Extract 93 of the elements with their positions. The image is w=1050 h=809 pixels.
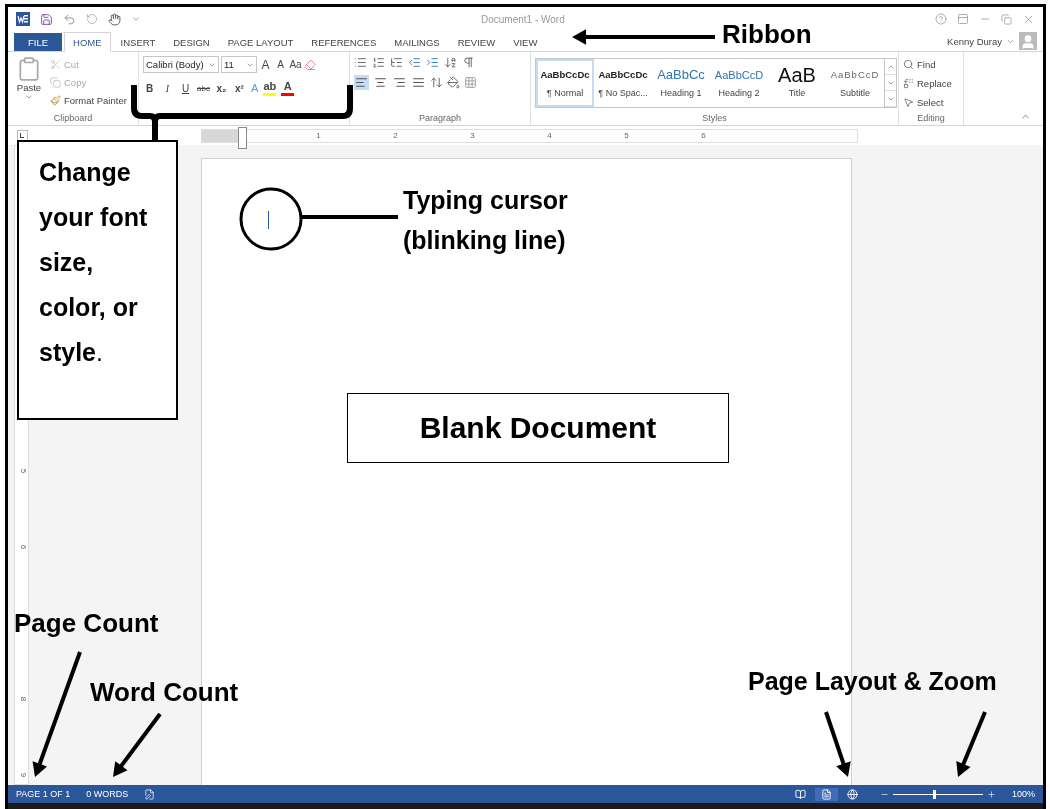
restore-icon [1001,13,1012,25]
indent-marker-icon[interactable] [238,126,247,149]
annotation-label: Ribbon [722,19,812,50]
touch-icon [108,12,121,26]
pointer-icon [903,96,914,108]
word-count[interactable]: 0 WORDS [86,789,129,799]
replace-icon [903,77,914,89]
style-item[interactable]: AaB Title [768,59,826,107]
grow-font-button[interactable]: A [259,57,272,72]
format-button[interactable]: U [179,83,192,94]
style-item[interactable]: AaBbCcDc ¶ Normal [536,59,594,107]
zoom-in-icon [986,789,996,799]
align-left-icon[interactable] [354,75,369,90]
group-label: Styles [701,112,728,125]
arrow [956,711,987,777]
annotation-label: Blank Document [347,393,729,463]
annotation-label: Typing cursor (blinking line) [403,185,569,256]
window-title: Document1 - Word [481,13,566,25]
style-item[interactable]: AaBbCcD Subtitle [826,59,884,107]
eraser-icon [304,58,316,71]
undo-icon [63,12,76,26]
editing-button[interactable]: Replace [903,75,952,91]
shading-icon [447,76,460,89]
highlight-circle [239,187,303,251]
paintbrush-icon [50,94,61,106]
numbering-icon [372,56,385,69]
editing-button[interactable]: Find [903,56,952,72]
sort-icon [444,56,457,69]
format-button[interactable]: x² [233,83,246,94]
ribbon-tab[interactable]: INSERT [112,33,164,51]
page-icon[interactable] [814,787,838,801]
word-logo-icon[interactable] [16,12,30,26]
format-button[interactable]: I [161,83,174,94]
outdent-icon [408,56,421,69]
annotation-label: Page Layout & Zoom [748,667,997,696]
group-label: Editing [916,112,946,125]
font-name-field[interactable]: Calibri (Body) [143,56,219,73]
ribbon-tab[interactable]: HOME [64,32,111,52]
format-button[interactable]: abc [197,84,210,93]
style-item[interactable]: AaBbCcD Heading 2 [710,59,768,107]
proofing-icon [144,788,156,800]
shrink-font-button[interactable]: A [274,59,287,70]
format-button[interactable]: x₂ [215,83,228,94]
align-justify-icon[interactable] [411,75,426,90]
paste-button[interactable]: Paste [12,56,46,111]
text-cursor [268,211,269,229]
group-label: Clipboard [52,112,94,125]
align-right-icon[interactable] [392,75,407,90]
ribbon-tab[interactable]: FILE [14,33,63,51]
annotation-callout: Change your font size, color, or style. [17,140,178,420]
align-center-icon[interactable] [373,75,388,90]
save-icon [40,12,53,26]
line-spacing-icon [430,76,443,89]
ribbon-tab[interactable]: VIEW [505,33,546,51]
format-button[interactable]: B [143,83,156,94]
multilevel-icon [390,56,403,69]
ribbon-tab[interactable]: MAILINGS [386,33,448,51]
group-label: Paragraph [418,112,462,125]
ribbon-tab[interactable]: REFERENCES [303,33,385,51]
ribbon-tab[interactable]: DESIGN [165,33,218,51]
style-item[interactable]: AaBbCc Heading 1 [652,59,710,107]
ribbon-tab[interactable]: REVIEW [449,33,504,51]
redo-icon [86,13,98,25]
font-name: Calibri (Body) [146,59,204,70]
copy-icon [50,76,61,88]
pilcrow-icon [462,56,475,69]
color-button[interactable]: A [281,81,295,96]
ribbon-display-icon [957,13,969,25]
arrow [824,711,851,777]
help-icon [935,13,947,25]
zoom-level[interactable]: 100% [1011,789,1035,799]
bullets-icon [354,56,367,69]
annotation-label: Page Count [14,608,159,639]
clipboard-icon [16,56,42,82]
search-icon [903,58,914,70]
indent-icon [426,56,439,69]
customize-icon [131,14,141,24]
font-size: 11 [224,59,234,70]
borders-icon [464,76,477,89]
arrow [113,712,162,777]
ribbon-tab[interactable]: PAGE LAYOUT [219,33,302,51]
account-name[interactable]: Kenny Duray [947,35,1002,47]
annotation-label: Word Count [90,677,239,708]
style-item[interactable]: AaBbCcDc ¶ No Spac... [594,59,652,107]
page-count[interactable]: PAGE 1 OF 1 [16,789,71,799]
zoom-thumb[interactable] [933,789,937,799]
caret-icon [25,93,33,101]
editing-button[interactable]: Select [903,94,952,110]
scissors-icon [50,58,61,70]
change-case-button[interactable]: Aa [289,59,302,70]
color-button[interactable]: ab [263,81,277,96]
clipboard-button[interactable]: Format Painter [50,92,127,108]
font-size-field[interactable]: 11 [221,56,257,73]
